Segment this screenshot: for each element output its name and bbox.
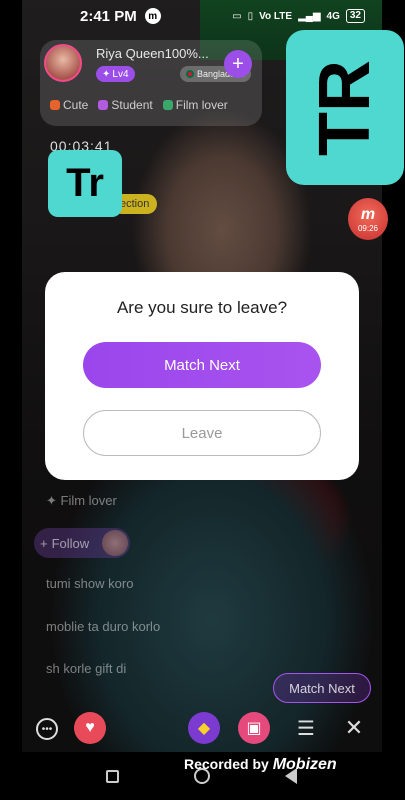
chat-tag-line: ✦ Film lover bbox=[46, 493, 117, 509]
status-icons: ▭ ▯ Vo LTE ▂▄▆ 4G 32 bbox=[232, 9, 365, 23]
tr-small-text: Tr bbox=[66, 161, 104, 205]
recording-time: 09:26 bbox=[357, 223, 379, 233]
signal-icon: ▂▄▆ bbox=[298, 10, 321, 22]
gem-icon[interactable]: ◆ bbox=[188, 712, 220, 744]
tag-label: Film lover bbox=[175, 98, 228, 112]
mobizen-letter: m bbox=[360, 205, 376, 223]
follow-button[interactable]: + Follow bbox=[34, 528, 130, 558]
host-tags: Cute Student Film lover bbox=[50, 98, 228, 112]
chat-message: moblie ta duro korlo bbox=[46, 619, 161, 634]
follow-add-button[interactable]: + bbox=[224, 50, 252, 78]
recorder-brand: Mobizen bbox=[272, 756, 337, 773]
cute-icon bbox=[50, 100, 60, 110]
level-badge: ✦ Lv4 bbox=[96, 66, 135, 82]
notification-m-icon: m bbox=[144, 8, 161, 24]
tr-watermark-small: Tr bbox=[48, 150, 122, 217]
battery-indicator: 32 bbox=[345, 9, 365, 23]
host-avatar[interactable] bbox=[44, 44, 82, 82]
gift-icon[interactable]: ▣ bbox=[238, 712, 270, 744]
volte-label: Vo LTE bbox=[259, 10, 293, 22]
dialog-title: Are you sure to leave? bbox=[116, 298, 288, 317]
network-label: 4G bbox=[326, 10, 340, 22]
chat-tag-label: Film lover bbox=[60, 493, 117, 508]
student-icon bbox=[98, 100, 109, 110]
match-next-pill-button[interactable]: Match Next bbox=[273, 673, 371, 703]
plus-icon: + bbox=[40, 535, 48, 551]
status-time: 2:41 PM bbox=[80, 7, 137, 25]
follow-label: Follow bbox=[51, 535, 90, 551]
tag-cute: Cute bbox=[50, 98, 88, 112]
tr-watermark-large: TR bbox=[286, 30, 404, 185]
cast-icon: ▭ bbox=[232, 10, 242, 22]
leave-button[interactable]: Leave bbox=[83, 410, 321, 456]
film-icon bbox=[162, 100, 173, 110]
leave-confirm-dialog: Are you sure to leave? Match Next Leave bbox=[45, 272, 359, 480]
close-icon[interactable]: ✕ bbox=[338, 712, 370, 744]
tag-label: Student bbox=[111, 98, 153, 112]
recorder-watermark: Recorded by Mobizen bbox=[184, 756, 337, 774]
mobizen-recorder-badge[interactable]: m 09:26 bbox=[348, 198, 388, 240]
tag-film-lover: Film lover bbox=[162, 98, 228, 112]
recents-icon[interactable] bbox=[106, 770, 119, 783]
heart-icon[interactable]: ♥ bbox=[74, 712, 106, 744]
recorder-prefix: Recorded by bbox=[184, 756, 269, 772]
tag-student: Student bbox=[98, 98, 153, 112]
status-bar: 2:41 PM m ▭ ▯ Vo LTE ▂▄▆ 4G 32 bbox=[0, 0, 405, 32]
host-name: Riya Queen100%... bbox=[96, 46, 209, 61]
chat-message: tumi show koro bbox=[46, 576, 134, 591]
tag-label: Cute bbox=[63, 98, 89, 112]
flag-icon bbox=[186, 70, 194, 78]
bottom-toolbar: ••• ♥ ◆ ▣ ☰ ✕ bbox=[0, 710, 405, 748]
film-icon: ✦ bbox=[46, 493, 61, 508]
level-star-icon: ✦ bbox=[102, 68, 111, 80]
chat-bubble-icon[interactable]: ••• bbox=[36, 718, 58, 740]
level-label: Lv4 bbox=[112, 68, 129, 80]
chat-message: sh korle gift di bbox=[46, 661, 127, 676]
vibrate-icon: ▯ bbox=[247, 10, 254, 22]
menu-icon[interactable]: ☰ bbox=[290, 712, 322, 744]
tr-large-text: TR bbox=[304, 59, 385, 156]
follow-avatar bbox=[102, 530, 128, 556]
match-next-button[interactable]: Match Next bbox=[83, 342, 321, 388]
